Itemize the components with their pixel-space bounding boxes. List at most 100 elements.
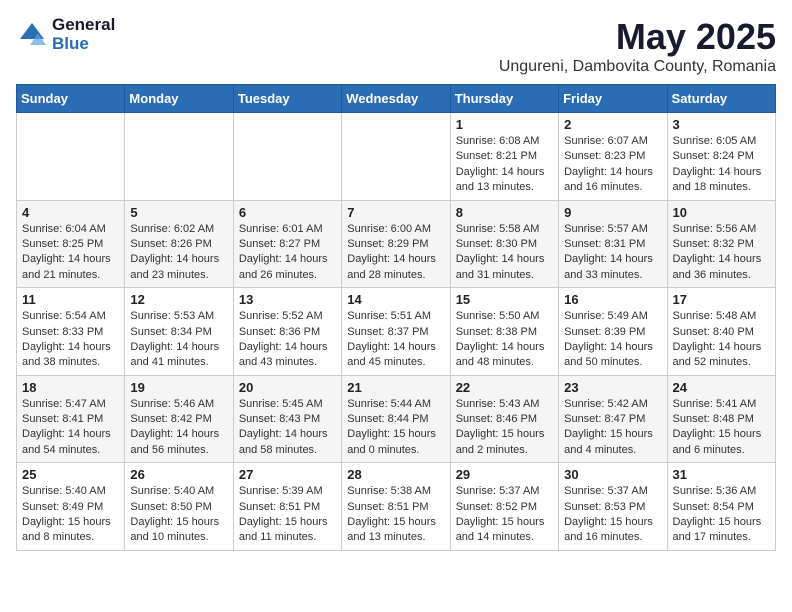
day-number: 2 — [564, 117, 661, 132]
day-info: Sunrise: 5:48 AMSunset: 8:40 PMDaylight:… — [673, 309, 770, 371]
calendar-cell: 25 Sunrise: 5:40 AMSunset: 8:49 PMDayligh… — [17, 463, 125, 551]
day-number: 6 — [239, 205, 336, 220]
day-number: 30 — [564, 467, 661, 482]
day-info: Sunrise: 5:47 AMSunset: 8:41 PMDaylight:… — [22, 397, 119, 459]
day-number: 31 — [673, 467, 770, 482]
month-title: May 2025 — [499, 16, 776, 58]
calendar-cell: 4Sunrise: 6:04 AMSunset: 8:25 PMDaylight… — [17, 200, 125, 288]
day-info: Sunrise: 5:41 AMSunset: 8:48 PMDaylight:… — [673, 397, 770, 459]
calendar-cell: 31 Sunrise: 5:36 AMSunset: 8:54 PMDayligh… — [667, 463, 775, 551]
calendar-week-row: 18 Sunrise: 5:47 AMSunset: 8:41 PMDayligh… — [17, 375, 776, 463]
day-number: 14 — [347, 292, 444, 307]
day-info: Sunrise: 5:37 AMSunset: 8:53 PMDaylight:… — [564, 484, 661, 546]
day-number: 16 — [564, 292, 661, 307]
day-info: Sunrise: 5:58 AMSunset: 8:30 PMDaylight:… — [456, 222, 553, 284]
calendar-cell — [17, 113, 125, 201]
calendar-header-thursday: Thursday — [450, 85, 558, 113]
day-info: Sunrise: 5:45 AMSunset: 8:43 PMDaylight:… — [239, 397, 336, 459]
calendar-header-row: SundayMondayTuesdayWednesdayThursdayFrid… — [17, 85, 776, 113]
day-number: 21 — [347, 380, 444, 395]
day-number: 10 — [673, 205, 770, 220]
day-number: 9 — [564, 205, 661, 220]
day-info: Sunrise: 5:37 AMSunset: 8:52 PMDaylight:… — [456, 484, 553, 546]
day-info: Sunrise: 6:00 AMSunset: 8:29 PMDaylight:… — [347, 222, 444, 284]
day-info: Sunrise: 5:53 AMSunset: 8:34 PMDaylight:… — [130, 309, 227, 371]
day-info: Sunrise: 6:04 AMSunset: 8:25 PMDaylight:… — [22, 222, 119, 284]
calendar-week-row: 1Sunrise: 6:08 AMSunset: 8:21 PMDaylight… — [17, 113, 776, 201]
calendar-cell: 28 Sunrise: 5:38 AMSunset: 8:51 PMDayligh… — [342, 463, 450, 551]
day-number: 25 — [22, 467, 119, 482]
calendar-cell: 14 Sunrise: 5:51 AMSunset: 8:37 PMDayligh… — [342, 288, 450, 376]
day-info: Sunrise: 5:52 AMSunset: 8:36 PMDaylight:… — [239, 309, 336, 371]
logo-blue: Blue — [52, 35, 115, 54]
calendar-header-wednesday: Wednesday — [342, 85, 450, 113]
calendar-header-tuesday: Tuesday — [233, 85, 341, 113]
calendar-cell: 2Sunrise: 6:07 AMSunset: 8:23 PMDaylight… — [559, 113, 667, 201]
calendar-cell — [342, 113, 450, 201]
calendar-cell: 26 Sunrise: 5:40 AMSunset: 8:50 PMDayligh… — [125, 463, 233, 551]
calendar-cell: 16Sunrise: 5:49 AMSunset: 8:39 PMDayligh… — [559, 288, 667, 376]
day-info: Sunrise: 6:08 AMSunset: 8:21 PMDaylight:… — [456, 134, 553, 196]
location-title: Ungureni, Dambovita County, Romania — [499, 58, 776, 76]
calendar-cell: 13 Sunrise: 5:52 AMSunset: 8:36 PMDayligh… — [233, 288, 341, 376]
day-info: Sunrise: 6:02 AMSunset: 8:26 PMDaylight:… — [130, 222, 227, 284]
calendar-cell: 20 Sunrise: 5:45 AMSunset: 8:43 PMDayligh… — [233, 375, 341, 463]
calendar-cell: 30 Sunrise: 5:37 AMSunset: 8:53 PMDayligh… — [559, 463, 667, 551]
day-number: 11 — [22, 292, 119, 307]
day-info: Sunrise: 5:42 AMSunset: 8:47 PMDaylight:… — [564, 397, 661, 459]
calendar-cell: 21Sunrise: 5:44 AMSunset: 8:44 PMDayligh… — [342, 375, 450, 463]
day-info: Sunrise: 5:57 AMSunset: 8:31 PMDaylight:… — [564, 222, 661, 284]
day-info: Sunrise: 5:43 AMSunset: 8:46 PMDaylight:… — [456, 397, 553, 459]
day-number: 17 — [673, 292, 770, 307]
calendar-cell — [233, 113, 341, 201]
day-info: Sunrise: 5:54 AMSunset: 8:33 PMDaylight:… — [22, 309, 119, 371]
day-info: Sunrise: 5:40 AMSunset: 8:49 PMDaylight:… — [22, 484, 119, 546]
day-info: Sunrise: 5:56 AMSunset: 8:32 PMDaylight:… — [673, 222, 770, 284]
day-info: Sunrise: 5:40 AMSunset: 8:50 PMDaylight:… — [130, 484, 227, 546]
day-info: Sunrise: 5:36 AMSunset: 8:54 PMDaylight:… — [673, 484, 770, 546]
day-number: 26 — [130, 467, 227, 482]
day-number: 29 — [456, 467, 553, 482]
day-number: 24 — [673, 380, 770, 395]
day-number: 22 — [456, 380, 553, 395]
day-info: Sunrise: 6:01 AMSunset: 8:27 PMDaylight:… — [239, 222, 336, 284]
logo-icon — [16, 19, 48, 51]
day-number: 8 — [456, 205, 553, 220]
day-number: 23 — [564, 380, 661, 395]
calendar-cell — [125, 113, 233, 201]
calendar-cell: 11 Sunrise: 5:54 AMSunset: 8:33 PMDayligh… — [17, 288, 125, 376]
calendar-cell: 9 Sunrise: 5:57 AMSunset: 8:31 PMDaylight… — [559, 200, 667, 288]
day-number: 13 — [239, 292, 336, 307]
calendar-table: SundayMondayTuesdayWednesdayThursdayFrid… — [16, 84, 776, 551]
day-info: Sunrise: 5:39 AMSunset: 8:51 PMDaylight:… — [239, 484, 336, 546]
day-number: 3 — [673, 117, 770, 132]
day-number: 19 — [130, 380, 227, 395]
calendar-week-row: 11 Sunrise: 5:54 AMSunset: 8:33 PMDayligh… — [17, 288, 776, 376]
calendar-cell: 8 Sunrise: 5:58 AMSunset: 8:30 PMDaylight… — [450, 200, 558, 288]
logo-general: General — [52, 16, 115, 35]
logo: General Blue — [16, 16, 115, 53]
calendar-cell: 3 Sunrise: 6:05 AMSunset: 8:24 PMDaylight… — [667, 113, 775, 201]
calendar-cell: 7 Sunrise: 6:00 AMSunset: 8:29 PMDaylight… — [342, 200, 450, 288]
day-info: Sunrise: 6:05 AMSunset: 8:24 PMDaylight:… — [673, 134, 770, 196]
day-number: 18 — [22, 380, 119, 395]
day-number: 28 — [347, 467, 444, 482]
day-number: 5 — [130, 205, 227, 220]
calendar-header-saturday: Saturday — [667, 85, 775, 113]
calendar-week-row: 4Sunrise: 6:04 AMSunset: 8:25 PMDaylight… — [17, 200, 776, 288]
calendar-cell: 6 Sunrise: 6:01 AMSunset: 8:27 PMDaylight… — [233, 200, 341, 288]
day-number: 20 — [239, 380, 336, 395]
day-info: Sunrise: 5:50 AMSunset: 8:38 PMDaylight:… — [456, 309, 553, 371]
calendar-cell: 22 Sunrise: 5:43 AMSunset: 8:46 PMDayligh… — [450, 375, 558, 463]
day-number: 12 — [130, 292, 227, 307]
day-number: 7 — [347, 205, 444, 220]
calendar-cell: 17 Sunrise: 5:48 AMSunset: 8:40 PMDayligh… — [667, 288, 775, 376]
title-area: May 2025 Ungureni, Dambovita County, Rom… — [499, 16, 776, 76]
calendar-cell: 24 Sunrise: 5:41 AMSunset: 8:48 PMDayligh… — [667, 375, 775, 463]
calendar-header-monday: Monday — [125, 85, 233, 113]
day-info: Sunrise: 5:38 AMSunset: 8:51 PMDaylight:… — [347, 484, 444, 546]
calendar-cell: 15Sunrise: 5:50 AMSunset: 8:38 PMDayligh… — [450, 288, 558, 376]
calendar-cell: 27Sunrise: 5:39 AMSunset: 8:51 PMDayligh… — [233, 463, 341, 551]
day-info: Sunrise: 5:51 AMSunset: 8:37 PMDaylight:… — [347, 309, 444, 371]
calendar-cell: 1Sunrise: 6:08 AMSunset: 8:21 PMDaylight… — [450, 113, 558, 201]
